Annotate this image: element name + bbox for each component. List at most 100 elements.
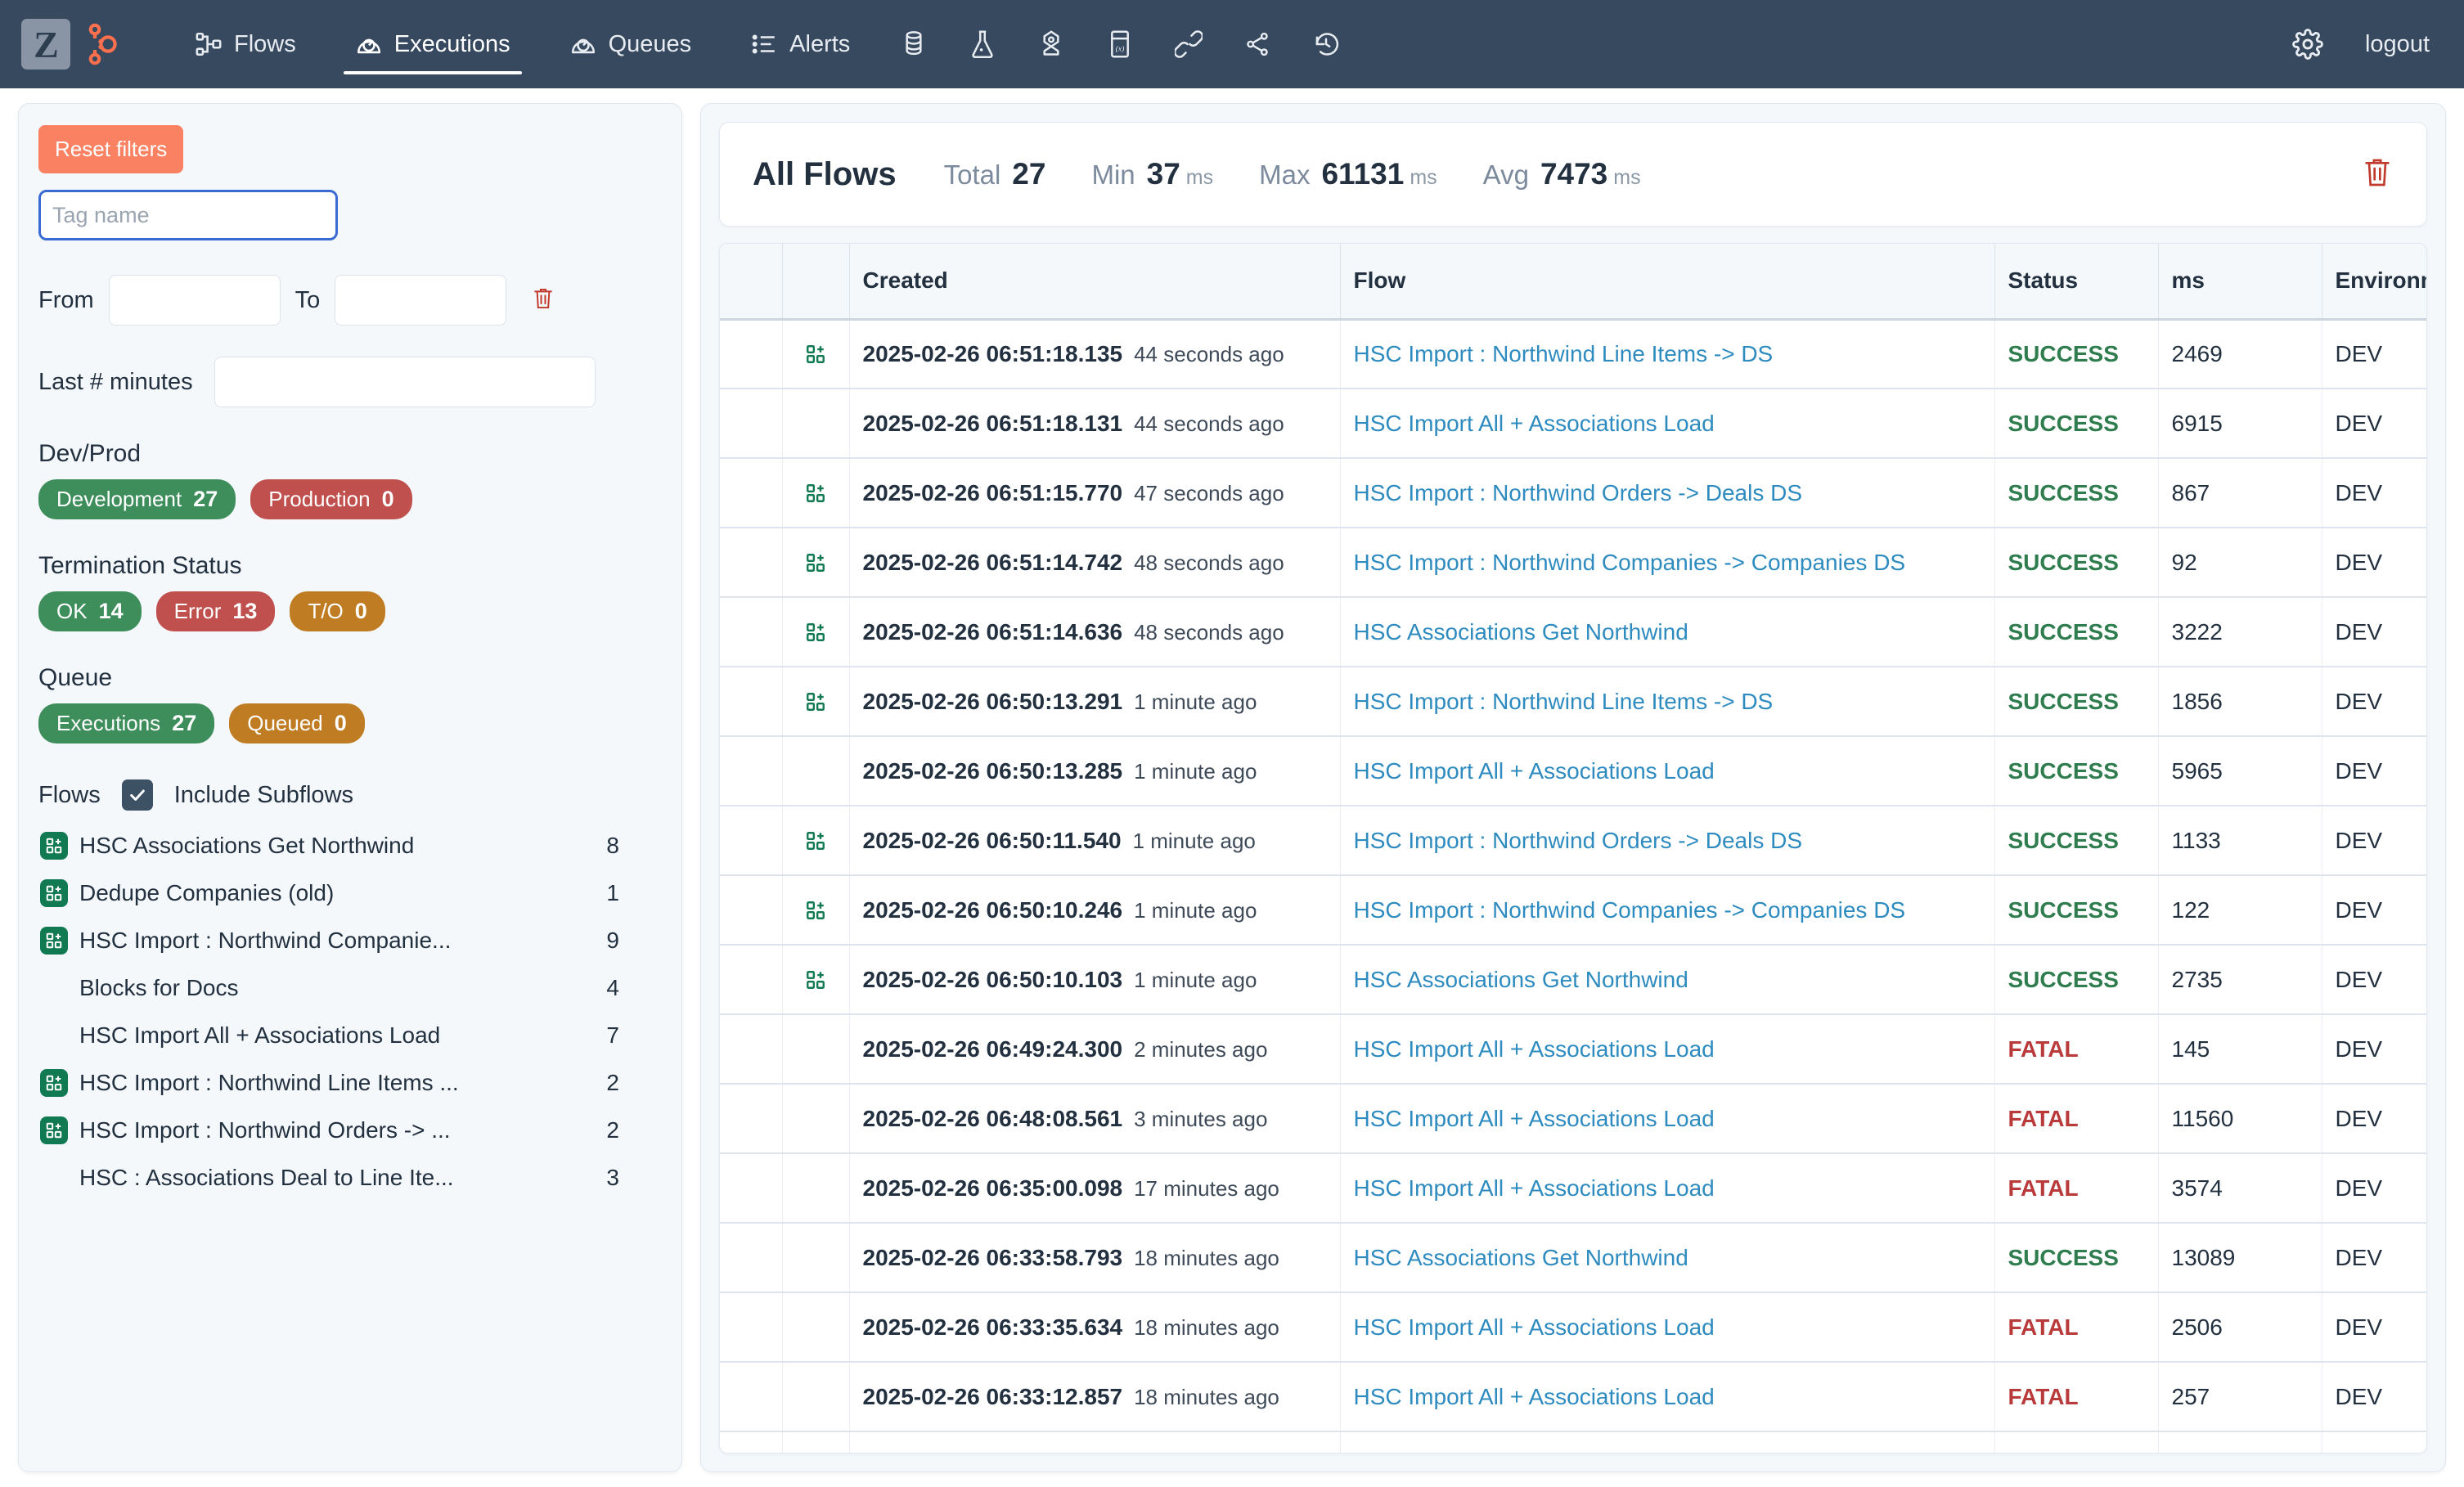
row-select-cell[interactable] [720,875,783,946]
row-select-cell[interactable] [720,597,783,667]
nav-item-alerts[interactable]: Alerts [729,24,871,65]
row-select-cell[interactable] [720,806,783,876]
row-select-cell[interactable] [720,528,783,598]
col-subflow-icon[interactable] [782,244,850,321]
col-ms[interactable]: ms [2158,244,2322,321]
pill-executions[interactable]: Executions 27 [38,703,215,744]
col-select[interactable] [720,244,783,321]
row-select-cell[interactable] [720,1292,783,1363]
flow-link[interactable]: HSC Import : Northwind Line Items -> DS [1354,341,1774,366]
row-select-cell[interactable] [720,1084,783,1154]
pill-ok[interactable]: OK 14 [38,591,142,631]
from-date-input[interactable] [108,275,281,326]
col-environment[interactable]: Environm [2322,244,2426,321]
row-flow-cell[interactable] [1340,1431,1995,1453]
pill-production[interactable]: Production 0 [250,479,412,519]
flow-link[interactable]: HSC Import All + Associations Load [1354,1036,1715,1062]
delete-executions-trash-icon[interactable] [2361,155,2394,195]
flow-filter-item[interactable]: Blocks for Docs 4 [38,964,662,1012]
include-subflows-checkbox[interactable] [121,779,153,811]
table-row[interactable]: 2025-02-26 06:33:58.793 18 minutes ago HSC… [720,1223,2426,1293]
database-icon[interactable] [879,20,948,69]
flow-link[interactable]: HSC Import : Northwind Orders -> Deals D… [1354,480,1803,505]
brand-logo[interactable]: Z [21,19,121,70]
row-flow-cell[interactable]: HSC Import All + Associations Load [1340,1153,1995,1224]
flow-link[interactable]: HSC Associations Get Northwind [1354,967,1688,992]
row-flow-cell[interactable]: HSC Associations Get Northwind [1340,597,1995,667]
link-icon[interactable] [1154,20,1223,69]
reset-filters-button[interactable]: Reset filters [38,125,184,173]
flow-filter-item[interactable]: Dedupe Companies (old) 1 [38,869,662,917]
flow-link[interactable]: HSC Import All + Associations Load [1354,758,1715,784]
flow-filter-item[interactable]: HSC Import : Northwind Orders -> ... 2 [38,1107,662,1154]
share-nodes-icon[interactable] [1223,20,1292,69]
history-icon[interactable] [1292,20,1360,69]
row-select-cell[interactable] [720,1362,783,1432]
beehive-icon[interactable] [1017,20,1086,69]
table-row[interactable]: 2025-02-26 06:51:18.135 44 seconds ago HSC… [720,319,2426,389]
row-flow-cell[interactable]: HSC Associations Get Northwind [1340,1223,1995,1293]
flow-link[interactable]: HSC Import All + Associations Load [1354,1314,1715,1340]
executions-table-container[interactable]: Created Flow Status ms Environm 2025-02-… [719,243,2427,1453]
table-row[interactable]: 2025-02-26 06:51:18.131 44 seconds ago HSC… [720,389,2426,459]
flow-link[interactable]: HSC Import : Northwind Orders -> Deals D… [1354,828,1803,853]
pill-error[interactable]: Error 13 [155,591,276,631]
table-row[interactable]: 2025-02-26 06:50:11.540 1 minute ago HSC I… [720,806,2426,876]
row-select-cell[interactable] [720,458,783,528]
table-row[interactable]: 2025-02-26 06:50:10.103 1 minute ago HSC A… [720,945,2426,1015]
table-row[interactable]: 2025-02-26 06:49:24.300 2 minutes ago HSC … [720,1014,2426,1085]
row-select-cell[interactable] [720,319,783,389]
row-flow-cell[interactable]: HSC Import All + Associations Load [1340,1084,1995,1154]
row-select-cell[interactable] [720,1014,783,1085]
table-row[interactable]: 2025-02-26 06:50:10.246 1 minute ago HSC I… [720,875,2426,946]
row-select-cell[interactable] [720,389,783,459]
row-select-cell[interactable] [720,667,783,737]
xl-spreadsheet-icon[interactable]: (x) [1086,20,1154,69]
flow-link[interactable]: HSC Import All + Associations Load [1354,1175,1715,1201]
table-row[interactable]: 2025-02-26 06:51:15.770 47 seconds ago HSC… [720,458,2426,528]
flow-link[interactable]: HSC Import All + Associations Load [1354,1384,1715,1409]
flow-filter-item[interactable]: HSC Import : Northwind Line Items ... 2 [38,1059,662,1107]
table-row[interactable]: 2025-02-26 06:51:14.742 48 seconds ago HSC… [720,528,2426,598]
row-flow-cell[interactable]: HSC Import All + Associations Load [1340,1362,1995,1432]
gear-icon[interactable] [2273,20,2342,69]
col-created[interactable]: Created [849,244,1341,321]
row-flow-cell[interactable]: HSC Import All + Associations Load [1340,1292,1995,1363]
col-flow[interactable]: Flow [1340,244,1995,321]
row-flow-cell[interactable]: HSC Import : Northwind Companies -> Comp… [1340,875,1995,946]
flow-link[interactable]: HSC Import : Northwind Companies -> Comp… [1354,550,1906,575]
to-date-input[interactable] [335,275,507,326]
flow-link[interactable]: HSC Import : Northwind Line Items -> DS [1354,689,1774,714]
flow-filter-item[interactable]: HSC Associations Get Northwind 8 [38,822,662,869]
row-flow-cell[interactable]: HSC Import All + Associations Load [1340,1014,1995,1085]
last-minutes-input[interactable] [214,357,596,407]
table-row[interactable]: 2025-02-26 06:51:14.636 48 seconds ago HSC… [720,597,2426,667]
table-row[interactable]: 2025-02-26 06:33:12.857 18 minutes ago HSC… [720,1362,2426,1432]
flow-link[interactable]: HSC Import All + Associations Load [1354,411,1715,436]
row-flow-cell[interactable]: HSC Import : Northwind Line Items -> DS [1340,667,1995,737]
nav-item-flows[interactable]: Flows [173,24,317,65]
pill-timeout[interactable]: T/O 0 [290,591,385,631]
row-select-cell[interactable] [720,945,783,1015]
flow-link[interactable]: HSC Associations Get Northwind [1354,1245,1688,1270]
clear-dates-trash-icon[interactable] [531,285,555,316]
row-flow-cell[interactable]: HSC Import All + Associations Load [1340,389,1995,459]
table-row[interactable]: 2025-02-26 06:35:00.098 17 minutes ago HSC… [720,1153,2426,1224]
pill-queued[interactable]: Queued 0 [229,703,365,744]
flow-link[interactable]: HSC Import All + Associations Load [1354,1106,1715,1131]
row-flow-cell[interactable]: HSC Import All + Associations Load [1340,736,1995,806]
tag-name-input[interactable] [38,190,338,240]
nav-item-executions[interactable]: Executions [334,24,532,74]
table-row[interactable]: 2025-02-26 06:50:13.285 1 minute ago HSC I… [720,736,2426,806]
row-select-cell[interactable] [720,1153,783,1224]
flow-link[interactable]: HSC Import : Northwind Companies -> Comp… [1354,897,1906,923]
flow-filter-item[interactable]: HSC Import : Northwind Companie... 9 [38,917,662,964]
flow-link[interactable]: HSC Associations Get Northwind [1354,619,1688,645]
nav-item-queues[interactable]: Queues [548,24,713,65]
pill-development[interactable]: Development 27 [38,479,236,519]
logout-button[interactable]: logout [2365,31,2430,58]
table-row[interactable]: 2025-02-26 06:50:13.291 1 minute ago HSC I… [720,667,2426,737]
table-row[interactable]: 2025-02-26 06:33:35.634 18 minutes ago HSC… [720,1292,2426,1363]
flow-filter-item[interactable]: HSC Import All + Associations Load 7 [38,1012,662,1059]
row-flow-cell[interactable]: HSC Import : Northwind Line Items -> DS [1340,319,1995,389]
